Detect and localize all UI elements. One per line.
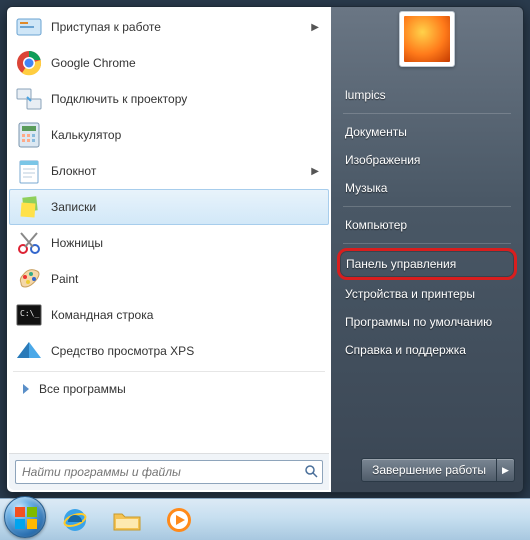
all-programs[interactable]: Все программы <box>9 374 329 404</box>
start-button[interactable] <box>4 496 46 538</box>
program-projector[interactable]: Подключить к проектору <box>9 81 329 117</box>
shutdown-button[interactable]: Завершение работы ▶ <box>361 458 515 482</box>
left-pane: Приступая к работе ▶ Google Chrome Подкл… <box>7 7 331 492</box>
right-help[interactable]: Справка и поддержка <box>337 336 517 364</box>
program-calculator[interactable]: Калькулятор <box>9 117 329 153</box>
right-pictures[interactable]: Изображения <box>337 146 517 174</box>
right-items: lumpics Документы Изображения Музыка Ком… <box>337 81 517 364</box>
program-cmd[interactable]: C:\_ Командная строка <box>9 297 329 333</box>
xps-icon <box>13 335 45 367</box>
separator <box>343 206 511 207</box>
folder-icon <box>112 508 142 532</box>
program-notepad[interactable]: Блокнот ▶ <box>9 153 329 189</box>
user-avatar[interactable] <box>399 11 455 67</box>
notepad-icon <box>13 155 45 187</box>
svg-text:C:\_: C:\_ <box>20 309 39 318</box>
right-computer[interactable]: Компьютер <box>337 211 517 239</box>
start-menu: Приступая к работе ▶ Google Chrome Подкл… <box>6 6 524 493</box>
program-label: Средство просмотра XPS <box>51 344 323 358</box>
program-label: Приступая к работе <box>51 20 311 34</box>
program-label: Калькулятор <box>51 128 323 142</box>
program-label: Записки <box>51 200 323 214</box>
right-pane: lumpics Документы Изображения Музыка Ком… <box>331 7 523 492</box>
program-label: Google Chrome <box>51 56 323 70</box>
right-control-panel[interactable]: Панель управления <box>337 248 517 280</box>
submenu-arrow-icon: ▶ <box>311 22 323 33</box>
taskbar-explorer[interactable] <box>104 504 150 536</box>
shutdown-row: Завершение работы ▶ <box>337 458 517 486</box>
program-list: Приступая к работе ▶ Google Chrome Подкл… <box>9 9 329 453</box>
right-default-programs[interactable]: Программы по умолчанию <box>337 308 517 336</box>
shutdown-options-arrow[interactable]: ▶ <box>496 459 514 481</box>
program-label: Paint <box>51 272 323 286</box>
program-label: Ножницы <box>51 236 323 250</box>
program-getting-started[interactable]: Приступая к работе ▶ <box>9 9 329 45</box>
projector-icon <box>13 83 45 115</box>
windows-logo-icon <box>14 506 38 530</box>
search-input[interactable] <box>16 465 300 479</box>
paint-icon <box>13 263 45 295</box>
program-xps-viewer[interactable]: Средство просмотра XPS <box>9 333 329 369</box>
triangle-right-icon <box>23 384 29 394</box>
ie-icon <box>62 507 88 533</box>
search-box[interactable] <box>15 460 323 484</box>
scissors-icon <box>13 227 45 259</box>
divider <box>13 371 325 372</box>
chrome-icon <box>13 47 45 79</box>
shutdown-label: Завершение работы <box>362 459 496 481</box>
separator <box>343 243 511 244</box>
getting-started-icon <box>13 11 45 43</box>
program-label: Командная строка <box>51 308 323 322</box>
right-devices-printers[interactable]: Устройства и принтеры <box>337 280 517 308</box>
media-player-icon <box>166 507 192 533</box>
right-documents[interactable]: Документы <box>337 118 517 146</box>
program-sticky-notes[interactable]: Записки <box>9 189 329 225</box>
cmd-icon: C:\_ <box>13 299 45 331</box>
submenu-arrow-icon: ▶ <box>311 166 323 177</box>
taskbar-ie[interactable] <box>52 504 98 536</box>
right-music[interactable]: Музыка <box>337 174 517 202</box>
sticky-notes-icon <box>13 191 45 223</box>
separator <box>343 113 511 114</box>
avatar-wrap <box>337 11 517 67</box>
right-user[interactable]: lumpics <box>337 81 517 109</box>
program-label: Блокнот <box>51 164 311 178</box>
calculator-icon <box>13 119 45 151</box>
program-label: Подключить к проектору <box>51 92 323 106</box>
taskbar <box>0 498 530 540</box>
search-icon[interactable] <box>300 464 322 481</box>
program-chrome[interactable]: Google Chrome <box>9 45 329 81</box>
taskbar-media-player[interactable] <box>156 504 202 536</box>
search-row <box>9 453 329 490</box>
program-paint[interactable]: Paint <box>9 261 329 297</box>
all-programs-label: Все программы <box>39 382 126 396</box>
program-snipping-tool[interactable]: Ножницы <box>9 225 329 261</box>
